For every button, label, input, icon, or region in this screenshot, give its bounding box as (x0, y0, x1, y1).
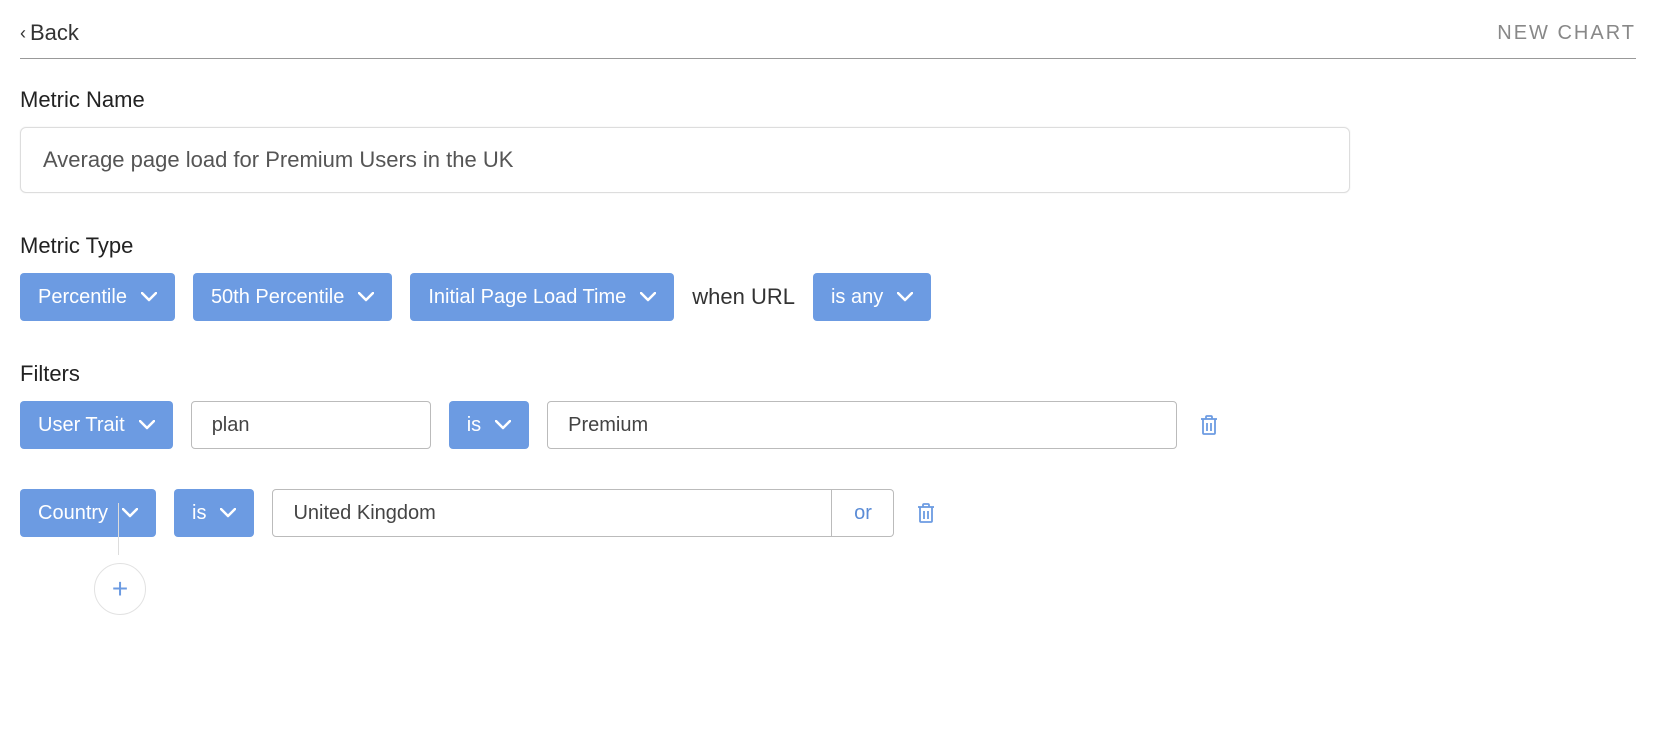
aggregation-value: Percentile (38, 286, 127, 309)
plus-icon: + (112, 575, 128, 603)
chevron-down-icon (495, 420, 511, 430)
filter-type-value: User Trait (38, 414, 125, 437)
chevron-left-icon: ‹ (20, 23, 26, 44)
filter-field-input[interactable] (191, 401, 431, 449)
filter-type-value: Country (38, 502, 108, 525)
chevron-down-icon (220, 508, 236, 518)
page-title: NEW CHART (1497, 22, 1636, 45)
url-condition-value: is any (831, 286, 883, 309)
filter-operator-value: is (192, 502, 206, 525)
connector-line (118, 503, 119, 555)
country-input-group: or (272, 489, 894, 537)
delete-filter-button[interactable] (912, 498, 940, 528)
back-label: Back (30, 20, 79, 46)
or-button[interactable]: or (832, 489, 894, 537)
url-prefix-text: when URL (692, 284, 795, 310)
measure-value: Initial Page Load Time (428, 286, 626, 309)
filter-row: Country is or (20, 489, 1636, 537)
metric-type-row: Percentile 50th Percentile Initial Page … (20, 273, 1636, 321)
url-condition-dropdown[interactable]: is any (813, 273, 931, 321)
filter-operator-dropdown[interactable]: is (174, 489, 254, 537)
add-filter-button[interactable]: + (94, 563, 146, 615)
filters-label: Filters (20, 361, 1636, 387)
back-link[interactable]: ‹ Back (20, 20, 79, 46)
filter-row: User Trait is (20, 401, 1636, 449)
filter-value-input[interactable] (272, 489, 832, 537)
chevron-down-icon (141, 292, 157, 302)
trash-icon (1199, 414, 1219, 436)
metric-name-label: Metric Name (20, 87, 1636, 113)
filter-operator-value: is (467, 414, 481, 437)
trash-icon (916, 502, 936, 524)
filter-type-dropdown[interactable]: Country (20, 489, 156, 537)
header-bar: ‹ Back NEW CHART (20, 20, 1636, 59)
metric-type-label: Metric Type (20, 233, 1636, 259)
chevron-down-icon (897, 292, 913, 302)
percentile-value: 50th Percentile (211, 286, 344, 309)
add-filter-wrap: + (94, 563, 1636, 615)
aggregation-dropdown[interactable]: Percentile (20, 273, 175, 321)
filter-operator-dropdown[interactable]: is (449, 401, 529, 449)
chevron-down-icon (358, 292, 374, 302)
filter-value-input[interactable] (547, 401, 1177, 449)
chevron-down-icon (122, 508, 138, 518)
filter-type-dropdown[interactable]: User Trait (20, 401, 173, 449)
chevron-down-icon (139, 420, 155, 430)
chevron-down-icon (640, 292, 656, 302)
delete-filter-button[interactable] (1195, 410, 1223, 440)
metric-name-input[interactable] (20, 127, 1350, 193)
percentile-dropdown[interactable]: 50th Percentile (193, 273, 392, 321)
measure-dropdown[interactable]: Initial Page Load Time (410, 273, 674, 321)
